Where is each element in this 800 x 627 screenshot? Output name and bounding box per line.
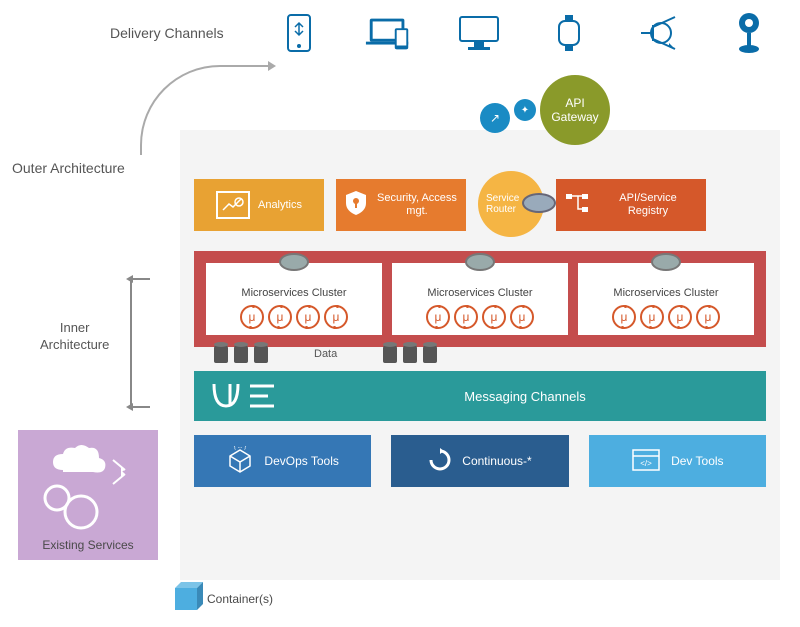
cluster-title: Microservices Cluster — [584, 287, 748, 299]
cluster-title: Microservices Cluster — [212, 287, 376, 299]
transistor-icon — [634, 12, 684, 54]
continuous-label: Continuous-* — [462, 454, 531, 468]
mu-icon: μ — [510, 305, 534, 329]
inner-label-line2: Architecture — [40, 337, 109, 352]
existing-services-box: Existing Services — [18, 430, 158, 560]
inner-bracket — [130, 278, 150, 408]
wearable-icon — [544, 12, 594, 54]
router-mini-icon — [651, 253, 681, 271]
mu-icon: μ — [268, 305, 292, 329]
laptop-icon — [364, 12, 414, 54]
api-gateway-group: ↗ ✦ API Gateway — [480, 75, 610, 145]
pipes-icon — [210, 380, 280, 413]
devops-card: { ... } DevOps Tools — [194, 435, 371, 487]
tooling-row: { ... } DevOps Tools Continuous-* </> De… — [194, 435, 766, 487]
shield-icon — [344, 189, 368, 221]
security-card: Security, Access mgt. — [336, 179, 466, 231]
data-row: Data — [194, 345, 766, 363]
database-icon — [214, 345, 228, 363]
svg-text:</>: </> — [640, 459, 652, 468]
svg-text:{ ... }: { ... } — [234, 446, 246, 450]
messaging-label: Messaging Channels — [300, 389, 750, 404]
mu-icon: μ — [482, 305, 506, 329]
desktop-icon — [454, 12, 504, 54]
cloud-gears-icon — [33, 440, 143, 530]
box-icon: { ... } — [226, 446, 254, 477]
inner-architecture-label: Inner Architecture — [40, 320, 109, 354]
mu-row: μμμμ — [398, 305, 562, 329]
microservices-cluster-box: Microservices Cluster μμμμ Microservices… — [194, 251, 766, 347]
mu-icon: μ — [324, 305, 348, 329]
router-mini-icon — [279, 253, 309, 271]
database-icon — [423, 345, 437, 363]
security-label: Security, Access mgt. — [376, 192, 458, 218]
analytics-card: Analytics — [194, 179, 324, 231]
cluster-3: Microservices Cluster μμμμ — [578, 263, 754, 335]
webcam-icon — [724, 12, 774, 54]
mu-icon: μ — [668, 305, 692, 329]
data-label: Data — [314, 348, 337, 360]
database-icon — [383, 345, 397, 363]
cube-icon — [175, 588, 197, 610]
containers-label: Container(s) — [207, 592, 273, 606]
devtools-label: Dev Tools — [671, 454, 723, 468]
service-router-circle: Service Router — [478, 171, 544, 237]
continuous-card: Continuous-* — [391, 435, 568, 487]
registry-label: API/Service Registry — [598, 192, 698, 218]
cluster-title: Microservices Cluster — [398, 287, 562, 299]
cluster-2: Microservices Cluster μμμμ — [392, 263, 568, 335]
cycle-icon — [428, 448, 452, 475]
api-gateway-label: API Gateway — [540, 96, 610, 125]
registry-card: API/Service Registry — [556, 179, 706, 231]
inner-label-line1: Inner — [60, 320, 90, 335]
containers-legend: Container(s) — [175, 588, 273, 610]
database-icon — [403, 345, 417, 363]
existing-services-label: Existing Services — [18, 538, 158, 552]
devops-label: DevOps Tools — [264, 454, 338, 468]
gear-icon: ↗ — [480, 103, 510, 133]
router-mini-icon — [465, 253, 495, 271]
architecture-container: ↗ ✦ API Gateway Analytics Security, Acce… — [180, 130, 780, 580]
mu-icon: μ — [612, 305, 636, 329]
mu-row: μμμμ — [584, 305, 748, 329]
outer-architecture-label: Outer Architecture — [12, 160, 125, 176]
mu-icon: μ — [240, 305, 264, 329]
code-window-icon: </> — [631, 448, 661, 475]
api-gateway-circle: API Gateway — [540, 75, 610, 145]
analytics-label: Analytics — [258, 199, 302, 211]
chart-icon — [216, 191, 250, 219]
messaging-channels-bar: Messaging Channels — [194, 371, 766, 421]
tree-icon — [564, 192, 590, 218]
outer-services-row: Analytics Security, Access mgt. Service … — [194, 179, 766, 237]
delivery-channels-row: Delivery Channels — [110, 12, 774, 54]
devtools-card: </> Dev Tools — [589, 435, 766, 487]
mu-icon: μ — [426, 305, 450, 329]
mu-icon: μ — [640, 305, 664, 329]
database-icon — [254, 345, 268, 363]
mu-icon: μ — [296, 305, 320, 329]
cluster-1: Microservices Cluster μμμμ — [206, 263, 382, 335]
router-device-icon — [522, 193, 556, 213]
delivery-channels-label: Delivery Channels — [110, 25, 224, 41]
mobile-icon — [274, 12, 324, 54]
gear-icon-small: ✦ — [514, 99, 536, 121]
mu-icon: μ — [696, 305, 720, 329]
database-icon — [234, 345, 248, 363]
mu-row: μμμμ — [212, 305, 376, 329]
mu-icon: μ — [454, 305, 478, 329]
